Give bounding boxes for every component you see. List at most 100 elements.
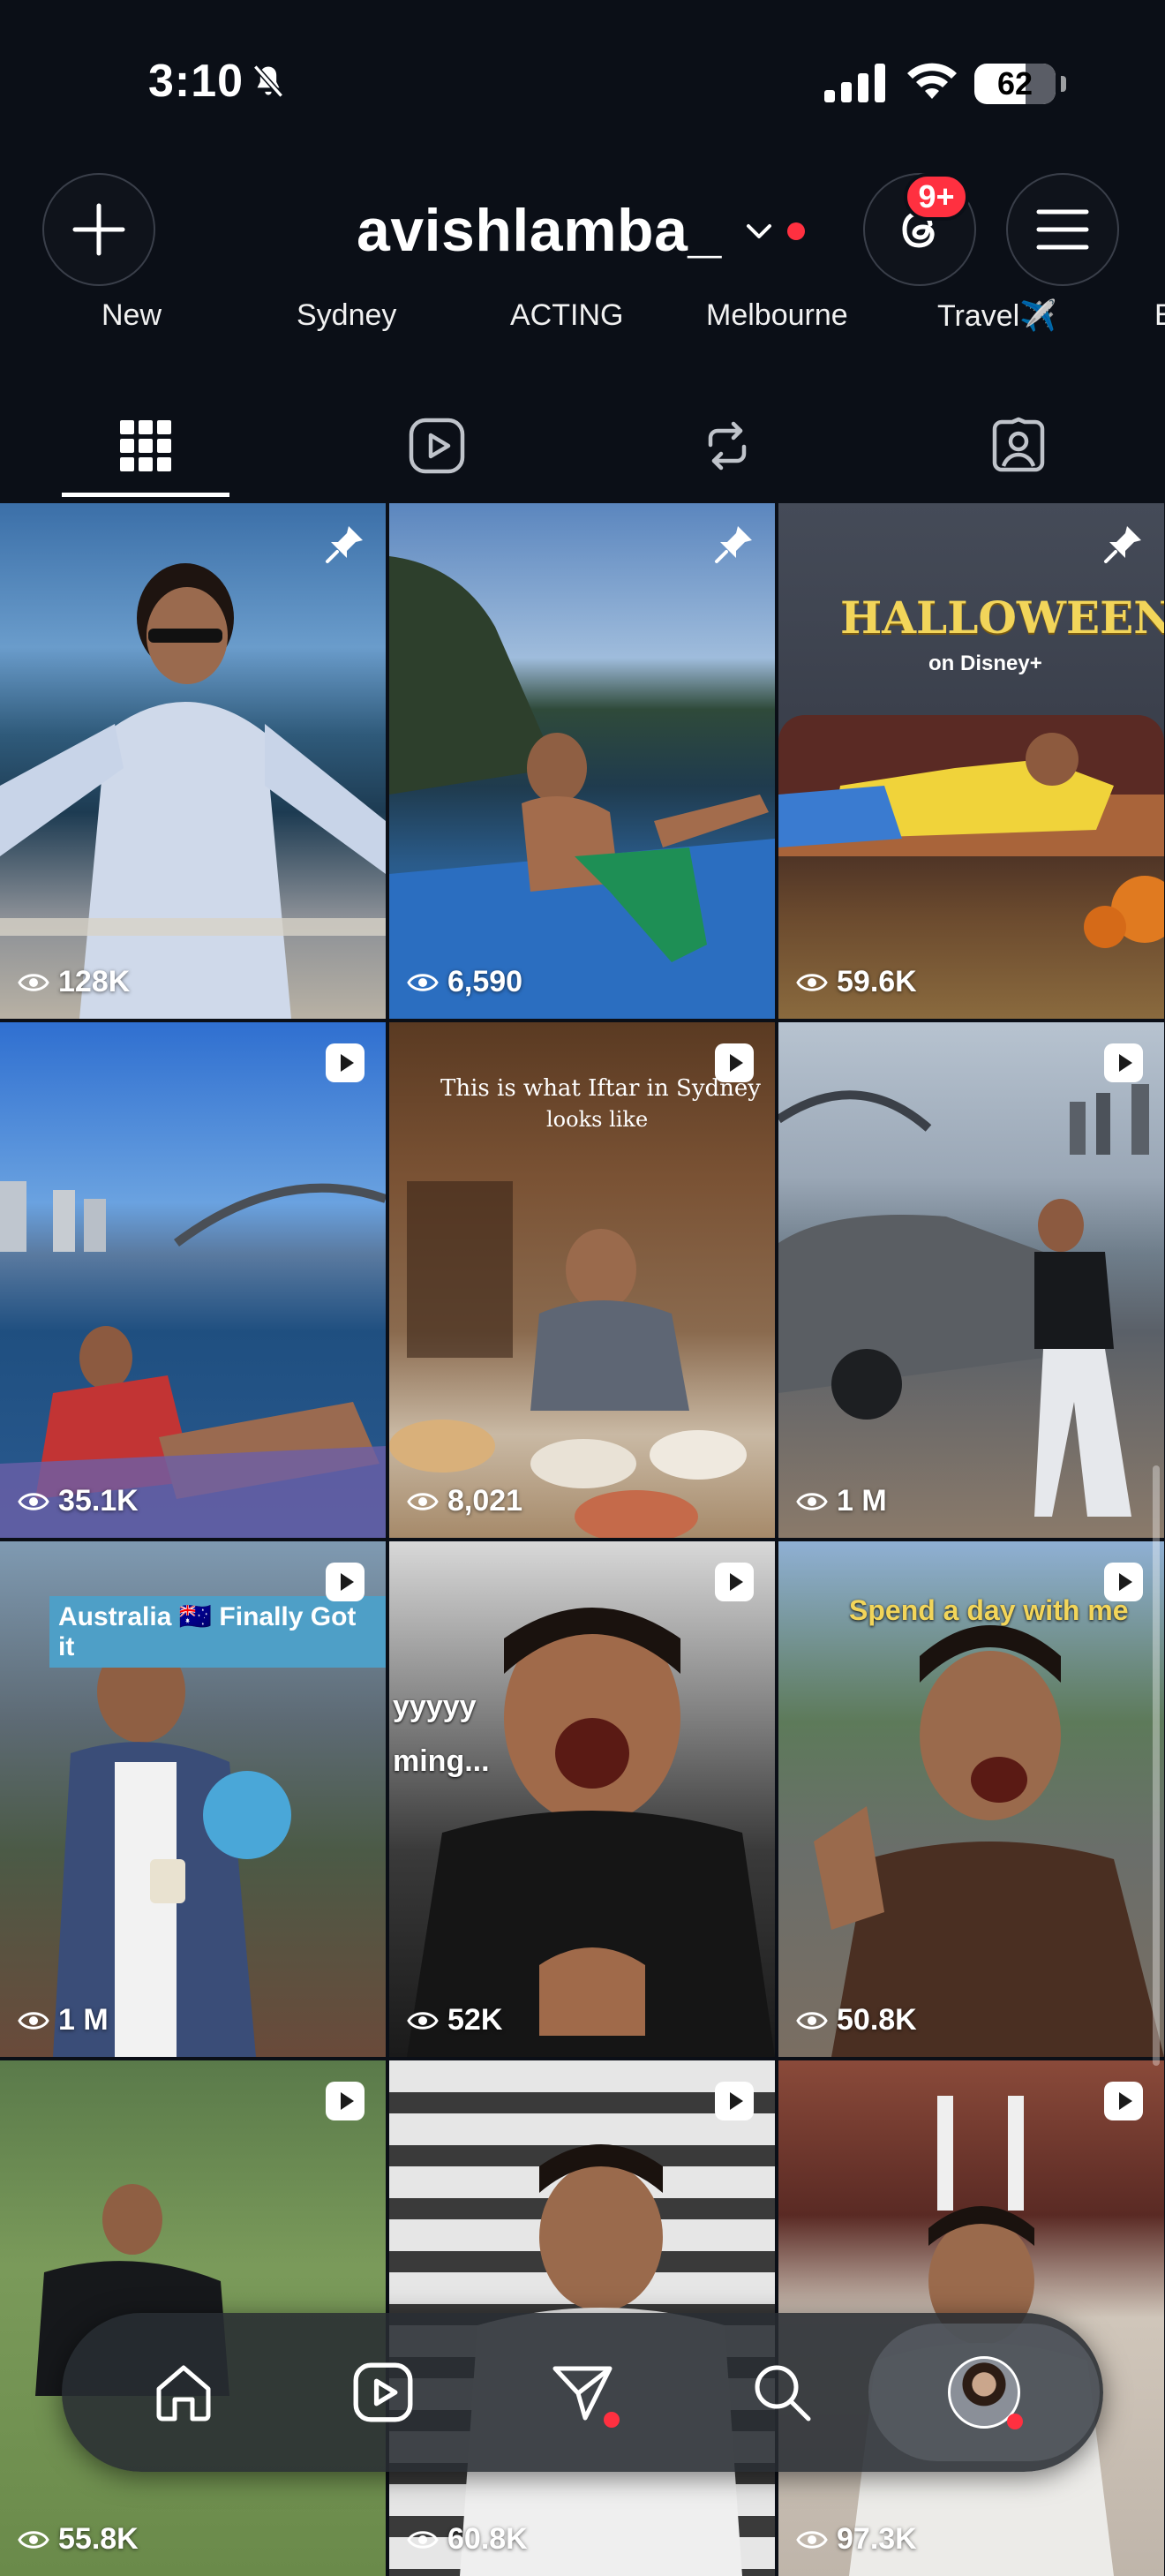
status-time: 3:10 [148,56,244,107]
wifi-icon [907,63,957,99]
pin-icon [326,526,363,563]
search-icon [755,2365,811,2422]
messages-notification-dot [604,2412,620,2428]
nav-reels[interactable] [337,2346,429,2438]
post-caption: HALLOWEEN [840,591,1164,644]
battery-indicator: 62 [974,64,1066,104]
reel-play-icon [1104,1043,1143,1082]
eye-icon [18,2530,49,2549]
eye-icon [796,1492,828,1510]
post-caption: Australia 🇦🇺 Finally Got it [49,1596,386,1668]
reel-play-icon [326,1563,365,1601]
view-count: 52K [407,2003,502,2037]
post-tile-7[interactable]: Australia 🇦🇺 Finally Got it 1 M [0,1541,386,2057]
post-tile-6[interactable]: 1 M [778,1022,1164,1538]
chevron-down-icon[interactable] [743,217,775,244]
view-count: 50.8K [796,2003,917,2037]
view-count: 59.6K [796,965,917,999]
reel-play-icon [715,2082,754,2120]
reel-play-icon [1104,1563,1143,1601]
tab-reposts[interactable] [630,397,824,494]
story-highlights-row: New Sydney ACTING Melbourne Travel✈️ E [0,298,1165,351]
tab-reels[interactable] [340,397,534,494]
grid-icon [120,420,171,471]
post-tile-3[interactable]: HALLOWEEN on Disney+ 59.6K [778,503,1164,1019]
post-tile-1[interactable]: 128K [0,503,386,1019]
post-caption: yyyyy [393,1690,477,1723]
reels-icon [353,2362,413,2422]
post-subcaption: looks like [546,1107,649,1132]
eye-icon [407,1492,439,1510]
eye-icon [407,2530,439,2549]
post-image-car-harbour-bridge [778,1084,1149,1517]
profile-notification-dot [1007,2414,1023,2429]
account-notification-dot [787,222,805,240]
highlight-melbourne[interactable]: Melbourne [706,298,848,333]
profile-username[interactable]: avishlamba_ [357,196,722,265]
reel-play-icon [715,1043,754,1082]
repost-icon [708,421,747,471]
post-subcaption: ming... [393,1744,490,1778]
view-count: 1 M [18,2003,109,2037]
post-image-kayak-harbour [0,1181,386,1538]
eye-icon [18,2011,49,2030]
new-post-button[interactable] [42,173,155,286]
post-image-man-on-boat-bow [389,556,775,1019]
highlight-acting[interactable]: ACTING [510,298,623,333]
post-caption: Spend a day with me [849,1594,1129,1626]
view-count: 55.8K [18,2522,139,2557]
post-tile-8[interactable]: yyyyy ming... 52K [389,1541,775,2057]
plus-icon [72,203,125,256]
hamburger-menu-icon [1036,209,1089,250]
reel-play-icon [1104,2082,1143,2120]
reels-icon [409,418,465,474]
view-count: 35.1K [18,1484,139,1518]
eye-icon [796,2011,828,2030]
scrollbar[interactable] [1153,1465,1160,2066]
nav-search[interactable] [736,2346,828,2438]
posts-grid: 128K 6,590 HALLOWEEN on Disney+ 59.6K 35… [0,503,1165,2576]
tab-tagged[interactable] [921,397,1116,494]
view-count: 128K [18,965,130,999]
eye-icon [18,973,49,991]
pin-icon [1104,526,1141,563]
status-bar: 3:10 62 [0,0,1165,168]
reel-play-icon [326,2082,365,2120]
view-count: 6,590 [407,965,522,999]
post-tile-5[interactable]: This is what Iftar in Sydney looks like … [389,1022,775,1538]
eye-icon [18,1492,49,1510]
active-tab-indicator [62,493,229,497]
highlight-sydney[interactable]: Sydney [297,298,396,333]
eye-icon [407,2011,439,2030]
post-tile-4[interactable]: 35.1K [0,1022,386,1538]
eye-icon [407,973,439,991]
post-subcaption: on Disney+ [928,652,1042,675]
post-tile-9[interactable]: Spend a day with me 50.8K [778,1541,1164,2057]
view-count: 8,021 [407,1484,522,1518]
home-icon [156,2365,211,2422]
highlight-travel[interactable]: Travel✈️ [937,298,1057,334]
nav-profile[interactable] [938,2346,1030,2438]
highlight-new[interactable]: New [101,298,162,333]
post-image-man-on-boat [0,563,386,1019]
threads-notification-badge: 9+ [904,173,969,221]
nav-messages[interactable] [537,2346,628,2438]
tagged-person-icon [992,417,1045,472]
menu-button[interactable] [1006,173,1119,286]
eye-icon [796,2530,828,2549]
tab-posts[interactable] [49,397,243,494]
cellular-signal-icon [824,64,885,102]
pin-icon [715,526,752,563]
bottom-navigation-bar [62,2313,1103,2472]
view-count: 97.3K [796,2522,917,2557]
view-count: 1 M [796,1484,887,1518]
highlight-partial[interactable]: E [1154,298,1165,333]
bell-muted-icon [252,64,284,98]
reel-play-icon [715,1563,754,1601]
profile-tabs [0,397,1165,503]
post-tile-2[interactable]: 6,590 [389,503,775,1019]
view-count: 60.8K [407,2522,528,2557]
reel-play-icon [326,1043,365,1082]
nav-home[interactable] [138,2346,229,2438]
eye-icon [796,973,828,991]
